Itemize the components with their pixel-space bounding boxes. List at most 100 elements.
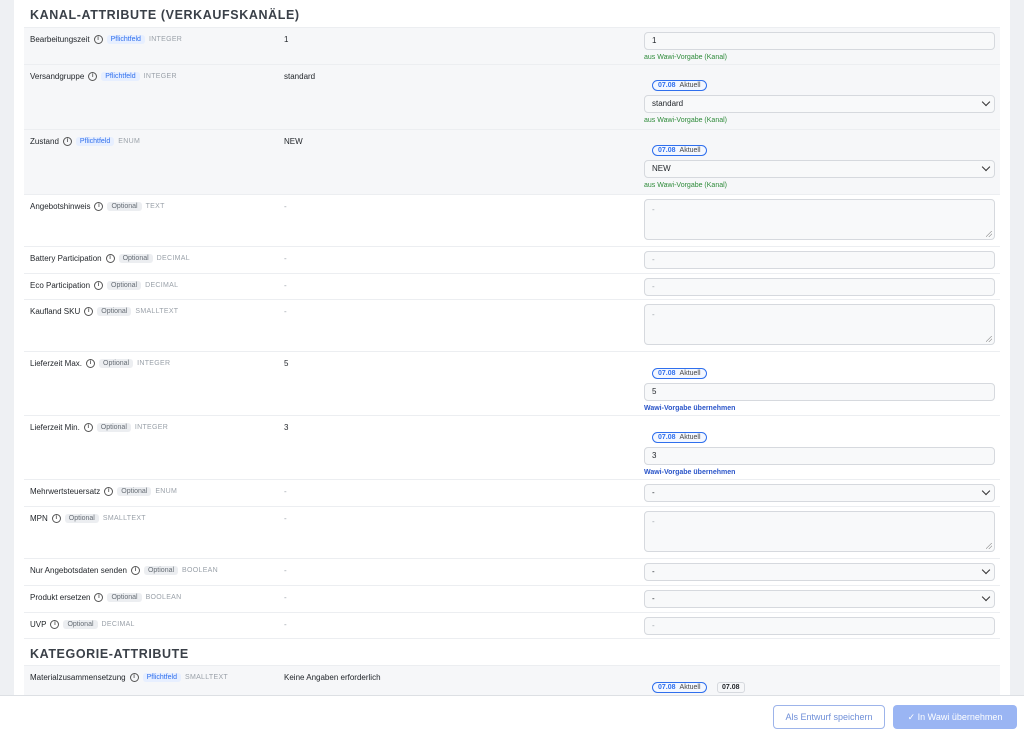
wawi-default-hint: aus Wawi-Vorgabe (Kanal) <box>644 54 728 61</box>
info-icon[interactable]: i <box>51 514 61 523</box>
resize-handle-icon[interactable] <box>986 543 992 549</box>
type-tag: DECIMAL <box>156 255 190 262</box>
version-current-label: Aktuell <box>679 684 701 691</box>
type-tag: SMALLTEXT <box>102 515 146 522</box>
wawi-value: 5 <box>284 359 289 368</box>
info-icon[interactable]: i <box>93 35 103 44</box>
mpn-textarea[interactable]: - <box>644 511 995 552</box>
attribute-label: Lieferzeit Max. <box>30 359 83 368</box>
attribute-label: Eco Participation <box>30 281 91 290</box>
attribute-row-angebotshinweis: Angebotshinweis i Optional TEXT - - <box>24 194 1000 246</box>
info-icon[interactable]: i <box>86 359 96 368</box>
optional-badge: Optional <box>107 202 142 211</box>
textarea-placeholder: - <box>652 517 655 526</box>
chevron-down-icon <box>981 592 991 602</box>
info-icon[interactable]: i <box>62 137 72 146</box>
uvp-input[interactable]: - <box>644 617 995 635</box>
attribute-label: Materialzusammensetzung <box>30 673 126 682</box>
version-pill[interactable]: 07.08 Aktuell <box>652 682 707 693</box>
info-icon[interactable]: i <box>88 72 98 81</box>
version-pill[interactable]: 07.08 Aktuell <box>652 432 707 443</box>
attribute-row-nur-angebotsdaten-senden: Nur Angebotsdaten senden i Optional BOOL… <box>24 558 1000 585</box>
wawi-value: Keine Angaben erforderlich <box>284 673 381 682</box>
optional-badge: Optional <box>117 487 152 496</box>
nur-angebotsdaten-select[interactable]: - <box>644 563 995 581</box>
type-tag: SMALLTEXT <box>135 308 179 315</box>
required-badge: Pflichtfeld <box>142 673 181 682</box>
resize-handle-icon[interactable] <box>986 336 992 342</box>
wawi-default-hint: aus Wawi-Vorgabe (Kanal) <box>644 182 728 189</box>
attribute-row-mehrwertsteuersatz: Mehrwertsteuersatz i Optional ENUM - - <box>24 479 1000 506</box>
wawi-value: NEW <box>284 137 303 146</box>
apply-wawi-default-link[interactable]: Wawi-Vorgabe übernehmen <box>644 469 995 476</box>
optional-badge: Optional <box>143 566 179 575</box>
wawi-value: 3 <box>284 423 289 432</box>
wawi-value: - <box>284 281 287 290</box>
info-icon[interactable]: i <box>84 307 94 316</box>
version-number: 07.08 <box>658 82 676 89</box>
info-icon[interactable]: i <box>50 620 60 629</box>
optional-badge: Optional <box>99 359 134 368</box>
type-tag: DECIMAL <box>145 282 179 289</box>
version-option[interactable]: 07.08 <box>717 682 745 693</box>
info-icon[interactable]: i <box>94 202 104 211</box>
section-title-kanal: KANAL-ATTRIBUTE (VERKAUFSKANÄLE) <box>30 8 300 22</box>
wawi-value: - <box>284 254 287 263</box>
attribute-row-lieferzeit-max: Lieferzeit Max. i Optional INTEGER 5 07.… <box>24 351 1000 415</box>
attribute-label: Battery Participation <box>30 254 102 263</box>
attribute-label: Nur Angebotsdaten senden <box>30 566 127 575</box>
save-draft-button[interactable]: Als Entwurf speichern <box>773 705 885 729</box>
select-value: - <box>652 594 655 603</box>
attribute-label: Produkt ersetzen <box>30 593 91 602</box>
chevron-down-icon <box>981 162 991 172</box>
apply-to-wawi-button[interactable]: ✓ In Wawi übernehmen <box>893 705 1017 729</box>
angebotshinweis-textarea[interactable]: - <box>644 199 995 240</box>
required-badge: Pflichtfeld <box>75 137 115 146</box>
lieferzeit-max-input[interactable]: 5 <box>644 383 995 401</box>
wawi-value: 1 <box>284 35 289 44</box>
mehrwertsteuersatz-select[interactable]: - <box>644 484 995 502</box>
info-icon[interactable]: i <box>105 254 115 263</box>
type-tag: BOOLEAN <box>145 594 182 601</box>
lieferzeit-min-input[interactable]: 3 <box>644 447 995 465</box>
type-tag: ENUM <box>155 488 178 495</box>
attribute-row-versandgruppe: Versandgruppe i Pflichtfeld INTEGER stan… <box>24 64 1000 129</box>
bearbeitungszeit-input[interactable]: 1 <box>644 32 995 50</box>
chevron-down-icon <box>981 565 991 575</box>
version-pill[interactable]: 07.08 Aktuell <box>652 368 707 379</box>
info-icon[interactable]: i <box>83 423 93 432</box>
scroll-gutter <box>1010 0 1024 695</box>
optional-badge: Optional <box>97 307 132 316</box>
version-pill[interactable]: 07.08 Aktuell <box>652 145 707 156</box>
kaufland-sku-textarea[interactable]: - <box>644 304 995 345</box>
produkt-ersetzen-select[interactable]: - <box>644 590 995 608</box>
info-icon[interactable]: i <box>130 566 140 575</box>
wawi-value: - <box>284 202 287 211</box>
action-footer: Als Entwurf speichern ✓ In Wawi übernehm… <box>0 695 1024 735</box>
wawi-value: - <box>284 487 287 496</box>
wawi-value: - <box>284 566 287 575</box>
versandgruppe-select[interactable]: standard <box>644 95 995 113</box>
version-number: 07.08 <box>658 147 676 154</box>
info-icon[interactable]: i <box>94 593 104 602</box>
select-value: NEW <box>652 164 671 173</box>
type-tag: INTEGER <box>148 36 183 43</box>
select-value: standard <box>652 99 684 108</box>
info-icon[interactable]: i <box>94 281 104 290</box>
resize-handle-icon[interactable] <box>986 231 992 237</box>
attribute-row-mpn: MPN i Optional SMALLTEXT - - <box>24 506 1000 558</box>
attribute-label: Mehrwertsteuersatz <box>30 487 101 496</box>
eco-participation-input[interactable]: - <box>644 278 995 296</box>
optional-badge: Optional <box>107 593 142 602</box>
apply-wawi-default-link[interactable]: Wawi-Vorgabe übernehmen <box>644 405 995 412</box>
zustand-select[interactable]: NEW <box>644 160 995 178</box>
battery-participation-input[interactable]: - <box>644 251 995 269</box>
version-current-label: Aktuell <box>679 434 701 441</box>
version-current-label: Aktuell <box>679 370 701 377</box>
type-tag: INTEGER <box>134 424 169 431</box>
version-pill[interactable]: 07.08 Aktuell <box>652 80 707 91</box>
info-icon[interactable]: i <box>104 487 114 496</box>
info-icon[interactable]: i <box>129 673 139 682</box>
version-current-label: Aktuell <box>679 147 701 154</box>
attribute-label: Lieferzeit Min. <box>30 423 80 432</box>
